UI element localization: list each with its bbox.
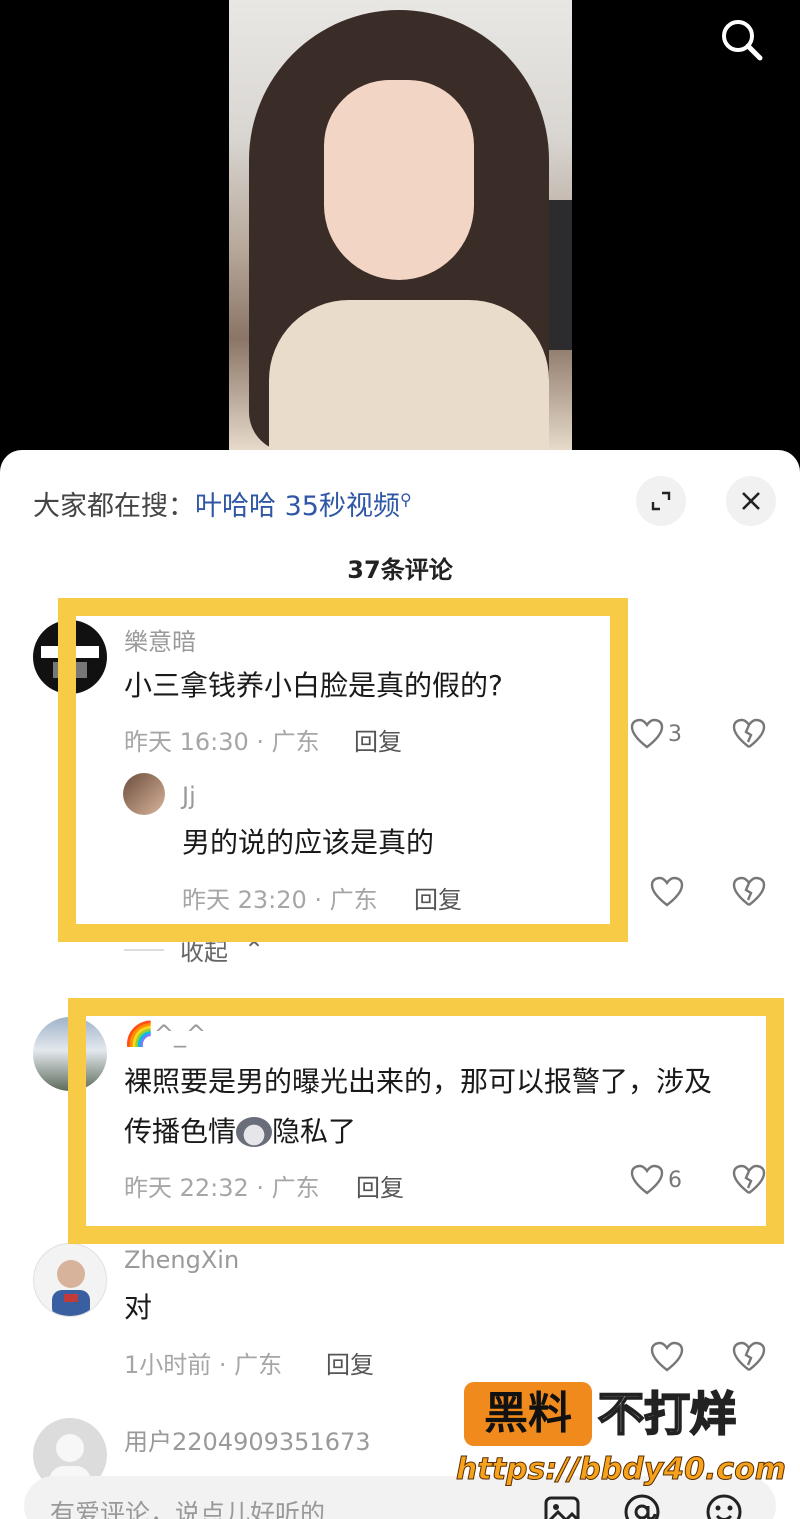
like-button[interactable]: 3 [630,718,682,750]
sheet-header: 大家都在搜：叶哈哈 35秒视频⚲ [0,450,800,550]
comment-input-placeholder: 有爱评论，说点儿好听的 [50,1499,326,1519]
highlight-box [58,598,628,942]
search-icon[interactable] [716,14,768,66]
broken-heart-icon [732,876,766,906]
video-frame[interactable] [229,0,572,452]
heart-icon [630,718,664,749]
expand-icon [651,491,671,511]
close-button[interactable] [726,476,776,526]
highlight-box [68,998,784,1244]
divider-line [124,948,164,951]
video-person-shirt [269,300,549,452]
heart-icon [650,1341,684,1372]
hot-search[interactable]: 大家都在搜：叶哈哈 35秒视频⚲ [33,484,412,523]
comments-count: 37条评论 [347,556,453,584]
like-count: 3 [668,721,682,747]
broken-heart-icon [732,718,766,748]
dislike-button[interactable] [732,718,766,754]
at-mention-icon[interactable] [622,1492,662,1519]
watermark-url: https://bbdy40.com [455,1452,787,1488]
image-icon[interactable] [542,1492,582,1519]
close-icon [742,492,760,510]
comment-text: 对 [124,1291,153,1324]
broken-heart-icon [732,1341,766,1371]
emoji-icon[interactable] [704,1492,744,1519]
comment-username[interactable]: ZhengXin [124,1246,239,1274]
avatar[interactable] [33,1243,107,1317]
dislike-button[interactable] [732,1341,766,1377]
like-button[interactable] [650,1341,684,1373]
video-person-face [324,80,474,280]
hot-search-term[interactable]: 叶哈哈 35秒视频 [195,491,400,522]
like-button[interactable] [650,876,684,908]
comment-meta: 1小时前 · 广东 [124,1351,283,1379]
heart-icon [650,876,684,907]
expand-button[interactable] [636,476,686,526]
hot-search-magnifier-icon: ⚲ [399,490,412,509]
comment-username[interactable]: 用户2204909351673 [124,1422,371,1457]
hot-search-prefix: 大家都在搜： [33,491,195,522]
watermark-logo-box: 黑料 [464,1382,592,1446]
reply-button[interactable]: 回复 [326,1345,374,1380]
video-player[interactable] [0,0,800,470]
watermark-text: 不打烊 [597,1386,737,1442]
dislike-button[interactable] [732,876,766,912]
